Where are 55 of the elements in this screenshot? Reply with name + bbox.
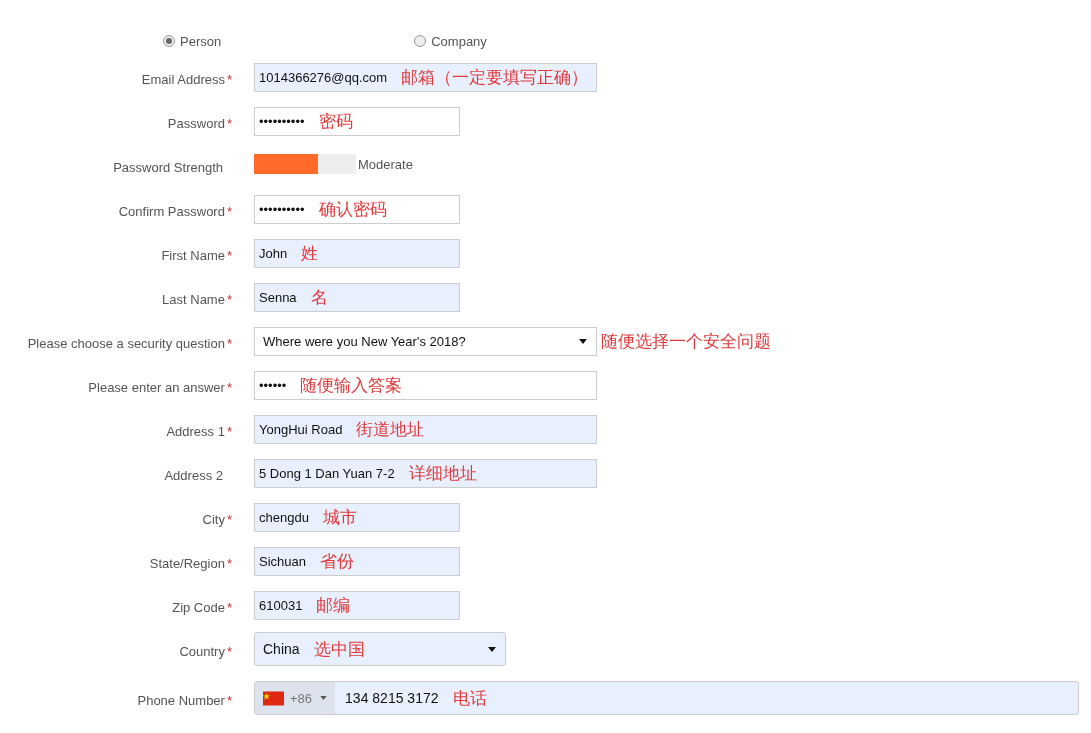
dial-code: +86 xyxy=(290,690,313,706)
required-mark: * xyxy=(226,115,232,131)
required-mark: * xyxy=(226,335,232,351)
required-mark: * xyxy=(226,555,232,571)
field-label: State/Region xyxy=(149,555,225,571)
field-label: Password xyxy=(167,115,225,131)
field-label: Last Name xyxy=(162,291,225,307)
annotation: 密码 xyxy=(318,110,353,133)
field-label: Country xyxy=(179,643,225,659)
required-mark: * xyxy=(226,511,232,527)
required-mark: * xyxy=(226,643,232,659)
required-mark: * xyxy=(226,379,232,395)
required-mark: * xyxy=(226,291,232,307)
select-field[interactable]: Where were you New Year's 2018? xyxy=(254,326,597,356)
annotation: 城市 xyxy=(322,506,357,529)
annotation: 省份 xyxy=(320,550,354,573)
required-mark: * xyxy=(226,692,232,708)
field-label: Email Address xyxy=(141,71,225,87)
radio-button[interactable] xyxy=(414,35,427,47)
annotation: 随便输入答案 xyxy=(300,374,403,397)
required-mark: * xyxy=(226,599,232,615)
field-label: Zip Code xyxy=(172,599,225,615)
field-label: Confirm Password xyxy=(118,203,225,219)
field-label: Please enter an answer xyxy=(88,379,225,395)
field-label: First Name xyxy=(161,247,225,263)
field-label: Phone Number xyxy=(137,692,225,708)
caret-icon xyxy=(320,696,328,700)
radio-option[interactable]: Person xyxy=(163,33,222,49)
radio-button[interactable] xyxy=(163,35,175,47)
caret-icon xyxy=(488,647,496,652)
annotation: 选中国 xyxy=(313,638,365,661)
strength-reading: Moderate xyxy=(358,156,413,172)
annotation: 确认密码 xyxy=(318,198,387,221)
field-label: Address 2 xyxy=(164,467,223,483)
phone-number: 134 8215 3172 xyxy=(345,690,439,706)
field-label: City xyxy=(202,511,225,527)
required-mark: * xyxy=(226,247,232,263)
annotation: 街道地址 xyxy=(356,418,425,441)
field-label: Password Strength xyxy=(113,159,223,175)
country-code-selector[interactable]: +86 xyxy=(255,682,336,714)
annotation: 详细地址 xyxy=(408,462,477,485)
annotation: 邮箱（一定要填写正确） xyxy=(401,66,589,89)
flag-icon xyxy=(263,690,284,706)
field-label: Address 1 xyxy=(166,423,225,439)
required-mark: * xyxy=(226,423,232,439)
required-mark: * xyxy=(226,71,232,87)
annotation: 名 xyxy=(310,286,328,309)
annotation: 邮编 xyxy=(316,594,351,617)
radio-option[interactable]: Company xyxy=(414,33,487,49)
annotation: 电话 xyxy=(452,687,487,710)
required-mark: * xyxy=(226,203,232,219)
field-label: Please choose a security question xyxy=(27,335,225,351)
annotation: 姓 xyxy=(301,242,319,265)
caret-icon xyxy=(579,339,587,344)
annotation: 随便选择一个安全问题 xyxy=(601,330,771,353)
